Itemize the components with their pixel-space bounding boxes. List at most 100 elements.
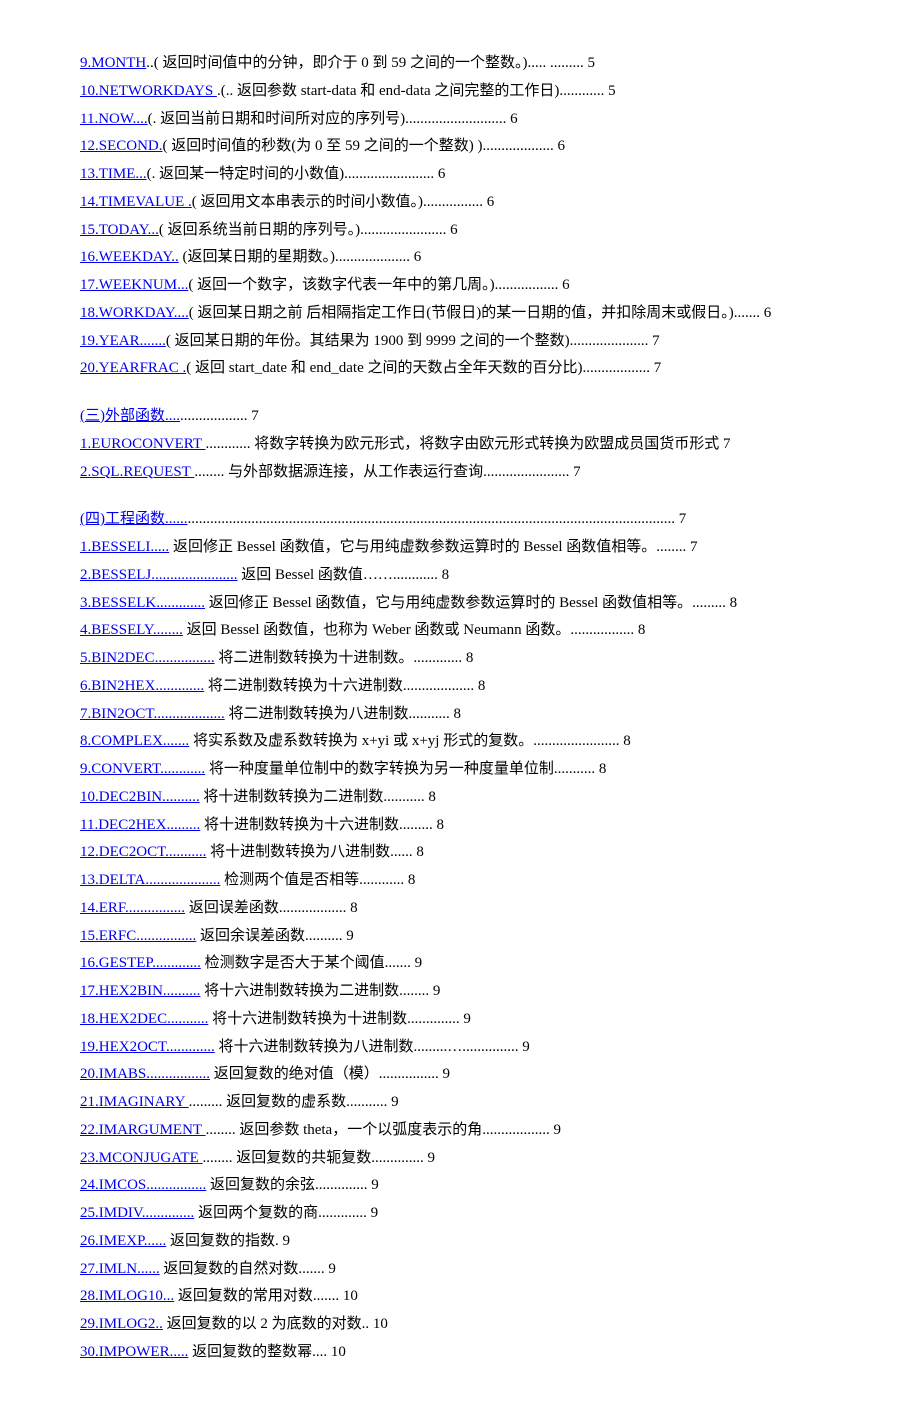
toc-entry: 16.GESTEP............. 检测数字是否大于某个阈值.....… (80, 950, 840, 978)
entry-description: 将二进制数转换为十进制数。............. 8 (215, 650, 474, 666)
function-link[interactable]: 22.IMARGUMENT (80, 1122, 206, 1138)
function-link[interactable]: 15.ERFC................ (80, 928, 196, 944)
function-link[interactable]: 21.IMAGINARY (80, 1094, 189, 1110)
entry-description: ( 返回一个数字，该数字代表一年中的第几周。).................… (188, 277, 569, 293)
toc-entry: 23.MCONJUGATE ........ 返回复数的共轭复数........… (80, 1145, 840, 1173)
entry-description: 将十六进制数转换为十进制数.............. 9 (208, 1011, 471, 1027)
section-link[interactable]: (四)工程函数...... (80, 511, 188, 527)
entry-description: 检测两个值是否相等............ 8 (220, 872, 415, 888)
toc-entry: 27.IMLN...... 返回复数的自然对数....... 9 (80, 1256, 840, 1284)
function-link[interactable]: 14.ERF................ (80, 900, 185, 916)
entry-description: ........ 返回参数 theta，一个以弧度表示的角...........… (206, 1122, 561, 1138)
toc-entry: 4.BESSELY........ 返回 Bessel 函数值，也称为 Webe… (80, 617, 840, 645)
function-link[interactable]: 1.BESSELI..... (80, 539, 169, 555)
function-link[interactable]: 7.BIN2OCT................... (80, 706, 225, 722)
toc-entry: 20.YEARFRAC .( 返回 start_date 和 end_date … (80, 355, 840, 383)
function-link[interactable]: 10.NETWORKDAYS (80, 83, 217, 99)
function-link[interactable]: 9.CONVERT............ (80, 761, 205, 777)
toc-entry: 3.BESSELK............. 返回修正 Bessel 函数值，它… (80, 590, 840, 618)
toc-entry: 20.IMABS................. 返回复数的绝对值（模）...… (80, 1061, 840, 1089)
function-link[interactable]: 2.BESSELJ....................... (80, 567, 238, 583)
function-link[interactable]: 1.EUROCONVERT (80, 436, 206, 452)
toc-entry: 7.BIN2OCT................... 将二进制数转换为八进制… (80, 701, 840, 729)
function-link[interactable]: 17.HEX2BIN.......... (80, 983, 200, 999)
function-link[interactable]: 29.IMLOG2.. (80, 1316, 163, 1332)
entry-description: 返回修正 Bessel 函数值，它与用纯虚数参数运算时的 Bessel 函数值相… (169, 539, 697, 555)
function-link[interactable]: 24.IMCOS................ (80, 1177, 206, 1193)
toc-entry: 17.HEX2BIN.......... 将十六进制数转换为二进制数......… (80, 978, 840, 1006)
function-link[interactable]: 5.BIN2DEC................ (80, 650, 215, 666)
function-link[interactable]: 17.WEEKNUM... (80, 277, 188, 293)
toc-entry: 5.BIN2DEC................ 将二进制数转换为十进制数。.… (80, 645, 840, 673)
entry-description: 返回 Bessel 函数值……............ 8 (238, 567, 450, 583)
toc-entry: 30.IMPOWER..... 返回复数的整数幂.... 10 (80, 1339, 840, 1367)
toc-section-heading: (三)外部函数...................... 7 (80, 403, 840, 431)
function-link[interactable]: 15.TODAY... (80, 222, 159, 238)
function-link[interactable]: 11.DEC2HEX......... (80, 817, 200, 833)
function-link[interactable]: 8.COMPLEX....... (80, 733, 189, 749)
function-link[interactable]: 19.YEAR....... (80, 333, 166, 349)
entry-description: 返回两个复数的商............. 9 (194, 1205, 378, 1221)
toc-entry: 18.WORKDAY....( 返回某日期之前 后相隔指定工作日(节假日)的某一… (80, 300, 840, 328)
function-link[interactable]: 27.IMLN...... (80, 1261, 160, 1277)
entry-description: (. 返回当前日期和时间所对应的序列号)....................… (148, 111, 518, 127)
function-link[interactable]: 9.MONTH (80, 55, 146, 71)
function-link[interactable]: 3.BESSELK............. (80, 595, 205, 611)
entry-description: ( 返回系统当前日期的序列号。)....................... … (159, 222, 458, 238)
toc-entry: 8.COMPLEX....... 将实系数及虚系数转换为 x+yi 或 x+yj… (80, 728, 840, 756)
toc-entry: 9.CONVERT............ 将一种度量单位制中的数字转换为另一种… (80, 756, 840, 784)
toc-entry: 1.BESSELI..... 返回修正 Bessel 函数值，它与用纯虚数参数运… (80, 534, 840, 562)
toc-entry: 17.WEEKNUM...( 返回一个数字，该数字代表一年中的第几周。)....… (80, 272, 840, 300)
entry-description: 返回修正 Bessel 函数值，它与用纯虚数参数运算时的 Bessel 函数值相… (205, 595, 737, 611)
function-link[interactable]: 25.IMDIV.............. (80, 1205, 194, 1221)
function-link[interactable]: 6.BIN2HEX............. (80, 678, 204, 694)
entry-description: 将十进制数转换为二进制数........... 8 (200, 789, 436, 805)
toc-entry: 14.ERF................ 返回误差函数...........… (80, 895, 840, 923)
function-link[interactable]: 2.SQL.REQUEST (80, 464, 194, 480)
toc-entry: 10.NETWORKDAYS .(.. 返回参数 start-data 和 en… (80, 78, 840, 106)
function-link[interactable]: 16.GESTEP............. (80, 955, 201, 971)
entry-description: 返回 Bessel 函数值，也称为 Weber 函数或 Neumann 函数。.… (183, 622, 646, 638)
function-link[interactable]: 23.MCONJUGATE (80, 1150, 203, 1166)
function-link[interactable]: 11.NOW.... (80, 111, 148, 127)
entry-description: (返回某日期的星期数。).................... 6 (179, 249, 422, 265)
entry-description: ..( 返回时间值中的分钟，即介于 0 到 59 之间的一个整数。)..... … (146, 55, 595, 71)
function-link[interactable]: 18.WORKDAY.... (80, 305, 189, 321)
entry-description: 将二进制数转换为八进制数........... 8 (225, 706, 461, 722)
function-link[interactable]: 20.IMABS................. (80, 1066, 210, 1082)
function-link[interactable]: 30.IMPOWER..... (80, 1344, 188, 1360)
entry-description: 返回复数的绝对值（模）................ 9 (210, 1066, 450, 1082)
entry-description: .(.. 返回参数 start-data 和 end-data 之间完整的工作日… (217, 83, 616, 99)
toc-entry: 15.TODAY...( 返回系统当前日期的序列号。).............… (80, 217, 840, 245)
toc-entry: 28.IMLOG10... 返回复数的常用对数....... 10 (80, 1283, 840, 1311)
entry-description: ( 返回 start_date 和 end_date 之间的天数占全年天数的百分… (186, 360, 661, 376)
function-link[interactable]: 19.HEX2OCT............. (80, 1039, 215, 1055)
entry-description: 检测数字是否大于某个阈值....... 9 (201, 955, 422, 971)
function-link[interactable]: 16.WEEKDAY.. (80, 249, 179, 265)
function-link[interactable]: 4.BESSELY........ (80, 622, 183, 638)
toc-entry: 11.DEC2HEX......... 将十进制数转换为十六进制数.......… (80, 812, 840, 840)
toc-entry: 19.YEAR.......( 返回某日期的年份。其结果为 1900 到 999… (80, 328, 840, 356)
toc-entry: 6.BIN2HEX............. 将二进制数转换为十六进制数....… (80, 673, 840, 701)
toc-entry: 12.SECOND.( 返回时间值的秒数(为 0 至 59 之间的一个整数) )… (80, 133, 840, 161)
function-link[interactable]: 13.DELTA.................... (80, 872, 220, 888)
function-link[interactable]: 20.YEARFRAC . (80, 360, 186, 376)
section-link[interactable]: (三)外部函数.... (80, 408, 180, 424)
toc-entry: 9.MONTH..( 返回时间值中的分钟，即介于 0 到 59 之间的一个整数。… (80, 50, 840, 78)
entry-description: ( 返回时间值的秒数(为 0 至 59 之间的一个整数) )..........… (163, 138, 565, 154)
function-link[interactable]: 14.TIMEVALUE . (80, 194, 192, 210)
function-link[interactable]: 13.TIME... (80, 166, 147, 182)
toc-entry: 16.WEEKDAY.. (返回某日期的星期数。)...............… (80, 244, 840, 272)
function-link[interactable]: 18.HEX2DEC........... (80, 1011, 208, 1027)
function-link[interactable]: 12.DEC2OCT........... (80, 844, 206, 860)
toc-section-heading: (四)工程函数.................................… (80, 506, 840, 534)
toc-entry: 18.HEX2DEC........... 将十六进制数转换为十进制数.....… (80, 1006, 840, 1034)
toc-entry: 13.DELTA.................... 检测两个值是否相等..… (80, 867, 840, 895)
function-link[interactable]: 26.IMEXP...... (80, 1233, 166, 1249)
toc-entry: 2.SQL.REQUEST ........ 与外部数据源连接，从工作表运行查询… (80, 459, 840, 487)
function-link[interactable]: 12.SECOND. (80, 138, 163, 154)
entry-description: ........................................… (188, 511, 687, 527)
toc-entry: 10.DEC2BIN.......... 将十进制数转换为二进制数.......… (80, 784, 840, 812)
entry-description: 将十进制数转换为十六进制数......... 8 (200, 817, 444, 833)
function-link[interactable]: 10.DEC2BIN.......... (80, 789, 200, 805)
